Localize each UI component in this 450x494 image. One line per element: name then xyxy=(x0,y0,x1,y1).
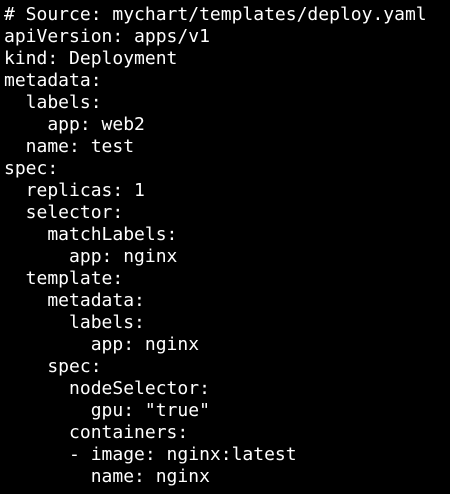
code-line: name: nginx xyxy=(4,466,210,487)
code-line: kind: Deployment xyxy=(4,48,178,69)
code-line: containers: xyxy=(4,422,189,443)
code-line: spec: xyxy=(4,158,59,179)
code-line: selector: xyxy=(4,202,124,223)
code-line: labels: xyxy=(4,92,102,113)
code-line: nodeSelector: xyxy=(4,378,210,399)
code-line: app: web2 xyxy=(4,114,145,135)
code-line: - image: nginx:latest xyxy=(4,444,297,465)
terminal-output[interactable]: # Source: mychart/templates/deploy.yaml … xyxy=(0,0,450,494)
code-line: apiVersion: apps/v1 xyxy=(4,26,210,47)
code-line: metadata: xyxy=(4,290,145,311)
code-line: matchLabels: xyxy=(4,224,178,245)
code-line: metadata: xyxy=(4,70,102,91)
code-line: gpu: "true" xyxy=(4,400,210,421)
code-line: labels: xyxy=(4,312,145,333)
code-line: app: nginx xyxy=(4,246,178,267)
code-line: replicas: 1 xyxy=(4,180,145,201)
code-line: template: xyxy=(4,268,124,289)
code-line: # Source: mychart/templates/deploy.yaml xyxy=(4,4,427,25)
code-line: spec: xyxy=(4,356,102,377)
code-line: name: test xyxy=(4,136,135,157)
code-line: app: nginx xyxy=(4,334,200,355)
